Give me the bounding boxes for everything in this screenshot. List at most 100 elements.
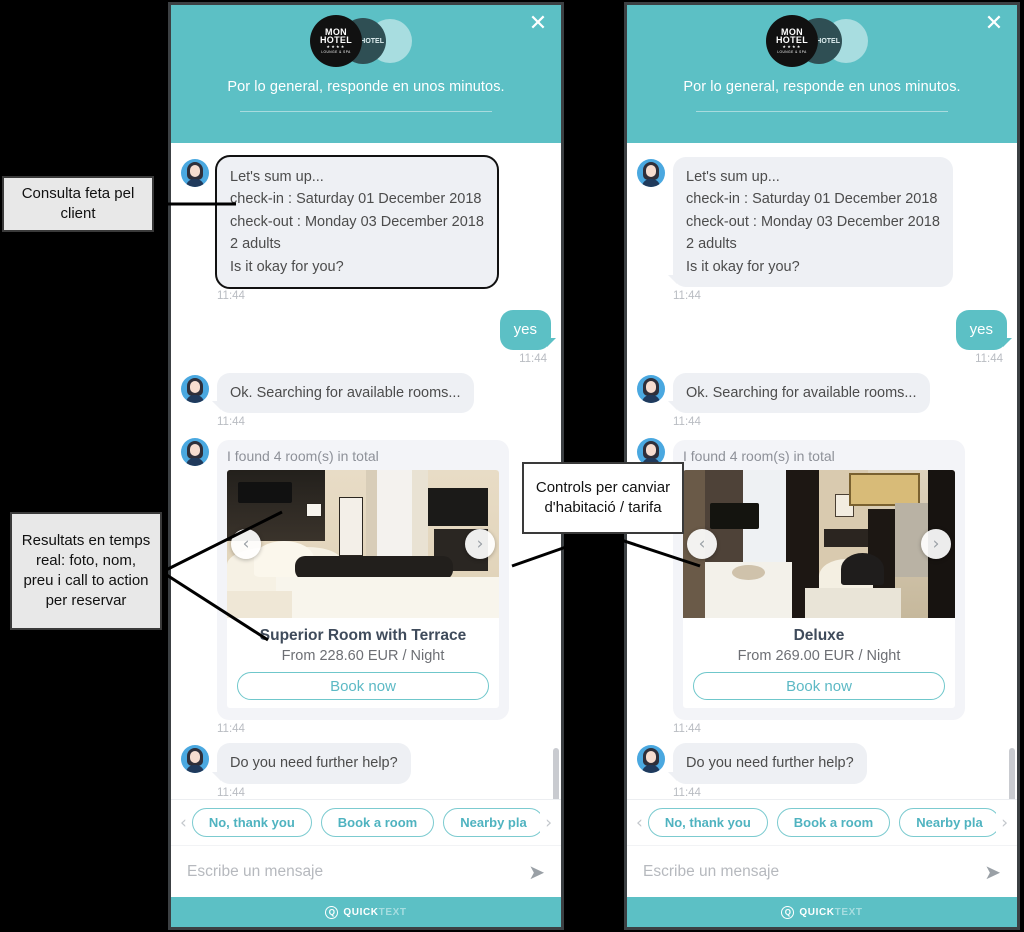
logo-circle-black: MON HOTEL ★★★★ LOUNGE & SPA xyxy=(310,15,362,67)
avatar xyxy=(181,159,209,187)
close-icon[interactable]: ✕ xyxy=(527,13,549,35)
header-subtitle: Por lo general, responde en unos minutos… xyxy=(227,79,505,95)
avatar xyxy=(181,438,209,467)
footer-brand-light: TEXT xyxy=(378,906,407,918)
card-header-text: I found 4 room(s) in total xyxy=(227,448,379,465)
user-bubble: yes xyxy=(955,310,1013,350)
summary-line-3: check-out : Monday 03 December 2018 xyxy=(686,213,940,230)
header-divider xyxy=(240,111,492,112)
message-row: Let's sum up... check-in : Saturday 01 D… xyxy=(637,157,1007,288)
carousel-prev-button[interactable]: ‹ xyxy=(687,529,717,560)
message-row: Do you need further help? xyxy=(637,743,1007,784)
card-header-text: I found 4 room(s) in total xyxy=(683,448,835,465)
scrollbar-thumb[interactable] xyxy=(1009,748,1015,799)
chat-header: ✕ MON HOTEL MON HOTEL ★★★★ LOUNGE & SPA … xyxy=(171,5,561,143)
footer-brand-bold: QUICK xyxy=(799,906,835,918)
carousel-next-button[interactable]: › xyxy=(465,529,495,560)
summary-line-1: Let's sum up... xyxy=(686,169,780,185)
book-now-button[interactable]: Book now xyxy=(693,672,945,701)
chat-scrollbar[interactable] xyxy=(1009,293,1015,799)
quick-reply-book-a-room[interactable]: Book a room xyxy=(776,808,891,837)
message-row: I found 4 room(s) in total xyxy=(637,436,1007,721)
room-photo: ‹ › xyxy=(227,470,499,619)
annotation-consulta: Consulta feta pel client xyxy=(2,176,154,232)
bot-bubble: Do you need further help? xyxy=(212,743,411,784)
quick-replies-scroll: No, thank you Book a room Nearby pla xyxy=(647,808,997,837)
logo-circle-black: MON HOTEL ★★★★ LOUNGE & SPA xyxy=(766,15,818,67)
annotation-controls: Controls per canviar d'habitació / tarif… xyxy=(522,462,684,534)
carousel-prev-button[interactable]: ‹ xyxy=(231,529,261,560)
chat-scrollbar[interactable] xyxy=(553,293,559,799)
timestamp: 11:44 xyxy=(673,723,701,736)
quick-replies-prev-icon[interactable]: ‹ xyxy=(175,813,192,833)
message-row: Let's sum up... check-in : Saturday 01 D… xyxy=(181,154,551,290)
room-price: From 269.00 EUR / Night xyxy=(737,648,901,665)
logo-line2: HOTEL xyxy=(320,34,352,45)
room-title: Deluxe xyxy=(793,627,845,645)
room-photo-superior xyxy=(227,470,499,619)
room-carousel-card: I found 4 room(s) in total xyxy=(673,440,965,721)
hotel-logo: MON HOTEL MON HOTEL ★★★★ LOUNGE & SPA xyxy=(766,13,878,69)
powered-by-footer: Q QUICK TEXT xyxy=(171,897,561,927)
room-price: From 228.60 EUR / Night xyxy=(281,648,445,665)
powered-by-footer: Q QUICK TEXT xyxy=(627,897,1017,927)
send-icon[interactable]: ➤ xyxy=(528,860,545,884)
timestamp: 11:44 xyxy=(975,352,1003,365)
message-composer[interactable]: Escribe un mensaje ➤ xyxy=(627,845,1017,897)
logo-tagline: LOUNGE & SPA xyxy=(777,49,807,54)
carousel-next-button[interactable]: › xyxy=(921,529,951,560)
quick-reply-no-thank-you[interactable]: No, thank you xyxy=(647,808,768,837)
logo-line2: HOTEL xyxy=(776,34,808,45)
timestamp: 11:44 xyxy=(673,786,701,799)
quicktext-logo-icon: Q xyxy=(325,905,339,919)
message-input-placeholder[interactable]: Escribe un mensaje xyxy=(187,863,528,881)
quick-reply-nearby-places[interactable]: Nearby pla xyxy=(443,808,541,837)
summary-line-2: check-in : Saturday 01 December 2018 xyxy=(686,191,938,208)
summary-line-3: check-out : Monday 03 December 2018 xyxy=(230,213,484,230)
quick-replies-bar: ‹ No, thank you Book a room Nearby pla › xyxy=(171,799,561,845)
quick-replies-prev-icon[interactable]: ‹ xyxy=(631,813,648,833)
close-icon[interactable]: ✕ xyxy=(983,13,1005,35)
room-card: ‹ › Superior Room with Terrace From 228.… xyxy=(227,470,499,709)
message-row: yes xyxy=(637,310,1013,350)
logo-tagline: LOUNGE & SPA xyxy=(321,49,351,54)
send-icon[interactable]: ➤ xyxy=(984,860,1001,884)
chat-body[interactable]: Let's sum up... check-in : Saturday 01 D… xyxy=(171,143,561,799)
summary-line-1: Let's sum up... xyxy=(230,169,324,185)
chat-panel-left: ✕ MON HOTEL MON HOTEL ★★★★ LOUNGE & SPA … xyxy=(168,2,564,930)
chat-body[interactable]: Let's sum up... check-in : Saturday 01 D… xyxy=(627,143,1017,799)
message-input-placeholder[interactable]: Escribe un mensaje xyxy=(643,863,984,881)
quick-reply-no-thank-you[interactable]: No, thank you xyxy=(191,808,312,837)
book-now-button[interactable]: Book now xyxy=(237,672,489,701)
avatar xyxy=(637,159,665,187)
quick-reply-nearby-places[interactable]: Nearby pla xyxy=(899,808,997,837)
hotel-logo: MON HOTEL MON HOTEL ★★★★ LOUNGE & SPA xyxy=(310,13,422,69)
summary-line-5: Is it okay for you? xyxy=(230,258,344,275)
message-composer[interactable]: Escribe un mensaje ➤ xyxy=(171,845,561,897)
message-row: Ok. Searching for available rooms... xyxy=(637,372,1007,414)
bot-summary-bubble: Let's sum up... check-in : Saturday 01 D… xyxy=(215,154,499,290)
message-row: I found 4 room(s) in total xyxy=(181,436,551,721)
timestamp: 11:44 xyxy=(217,416,245,429)
user-bubble: yes xyxy=(499,310,557,350)
avatar xyxy=(637,374,665,403)
message-row: yes xyxy=(181,310,557,350)
annotation-resultats: Resultats en temps real: foto, nom, preu… xyxy=(10,512,162,630)
room-carousel-card: I found 4 room(s) in total xyxy=(217,440,509,721)
timestamp: 11:44 xyxy=(673,416,701,429)
timestamp: 11:44 xyxy=(217,723,245,736)
quick-replies-next-icon[interactable]: › xyxy=(540,813,557,833)
summary-line-4: 2 adults xyxy=(230,236,281,253)
avatar xyxy=(637,745,665,774)
timestamp: 11:44 xyxy=(217,786,245,799)
summary-line-5: Is it okay for you? xyxy=(686,258,800,275)
quick-replies-scroll: No, thank you Book a room Nearby pla xyxy=(191,808,541,837)
quick-replies-next-icon[interactable]: › xyxy=(996,813,1013,833)
header-divider xyxy=(696,111,948,112)
footer-brand-bold: QUICK xyxy=(343,906,379,918)
quick-reply-book-a-room[interactable]: Book a room xyxy=(320,808,435,837)
bot-bubble: Ok. Searching for available rooms... xyxy=(212,372,474,414)
bot-bubble: Do you need further help? xyxy=(668,743,867,784)
scrollbar-thumb[interactable] xyxy=(553,748,559,799)
screenshot-root: Consulta feta pel client Resultats en te… xyxy=(0,0,1024,932)
